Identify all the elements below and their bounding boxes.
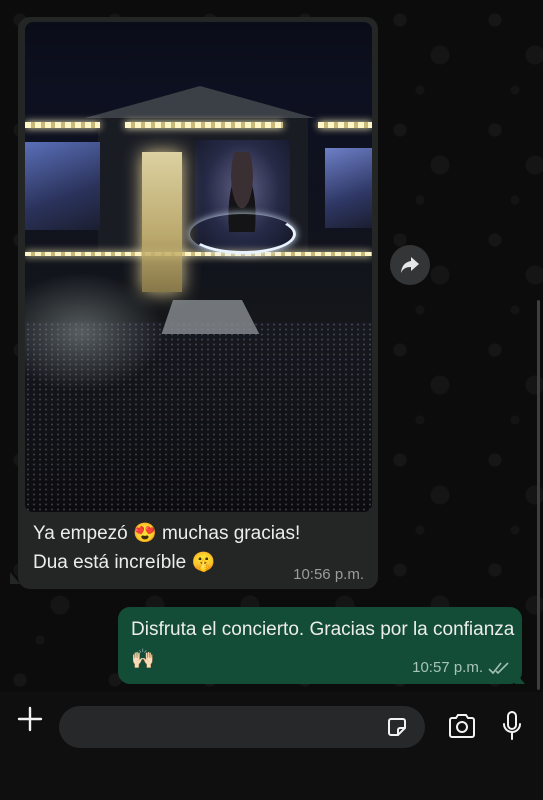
concert-photo[interactable] (25, 22, 372, 512)
plus-icon[interactable] (16, 705, 44, 733)
stage-lights-top (125, 122, 283, 128)
shushing-emoji: 🤫 (191, 552, 216, 573)
stage-roof (85, 86, 315, 118)
incoming-message-bubble[interactable]: Ya empezó 😍 muchas gracias! Dua está inc… (18, 17, 378, 589)
forward-button[interactable] (390, 245, 430, 285)
outgoing-timestamp: 10:57 p.m. (412, 659, 483, 676)
video-screen-left (25, 142, 100, 230)
message-input[interactable] (59, 706, 425, 748)
outgoing-message-bubble[interactable]: Disfruta el concierto. Gracias por la co… (118, 607, 522, 684)
outgoing-meta: 10:57 p.m. (412, 659, 510, 676)
camera-icon[interactable] (447, 713, 477, 739)
light-column (142, 152, 182, 292)
forward-arrow-icon (401, 257, 419, 273)
smoke (25, 272, 165, 392)
caption-text-1: Ya empezó (33, 523, 128, 544)
input-bar (0, 692, 543, 800)
stage-lights-bottom (25, 252, 372, 256)
sticker-icon[interactable] (385, 715, 409, 739)
mixing-tent (161, 300, 260, 334)
incoming-timestamp: 10:56 p.m. (293, 566, 364, 583)
video-screen-right (325, 148, 372, 228)
stage-lights-right (318, 122, 372, 128)
heart-eyes-emoji: 😍 (132, 523, 157, 544)
chat-area: Ya empezó 😍 muchas gracias! Dua está inc… (0, 0, 543, 692)
microphone-icon[interactable] (501, 710, 523, 742)
stage-lights-left (25, 122, 100, 128)
caption-text-1b: muchas gracias! (161, 523, 301, 544)
outgoing-text: Disfruta el concierto. Gracias por la co… (131, 619, 515, 640)
double-check-icon (488, 661, 509, 674)
scrollbar[interactable] (537, 300, 540, 690)
light-swirl (190, 214, 296, 254)
raising-hands-emoji: 🙌🏻 (131, 649, 155, 670)
caption-text-2: Dua está increíble (33, 552, 187, 573)
